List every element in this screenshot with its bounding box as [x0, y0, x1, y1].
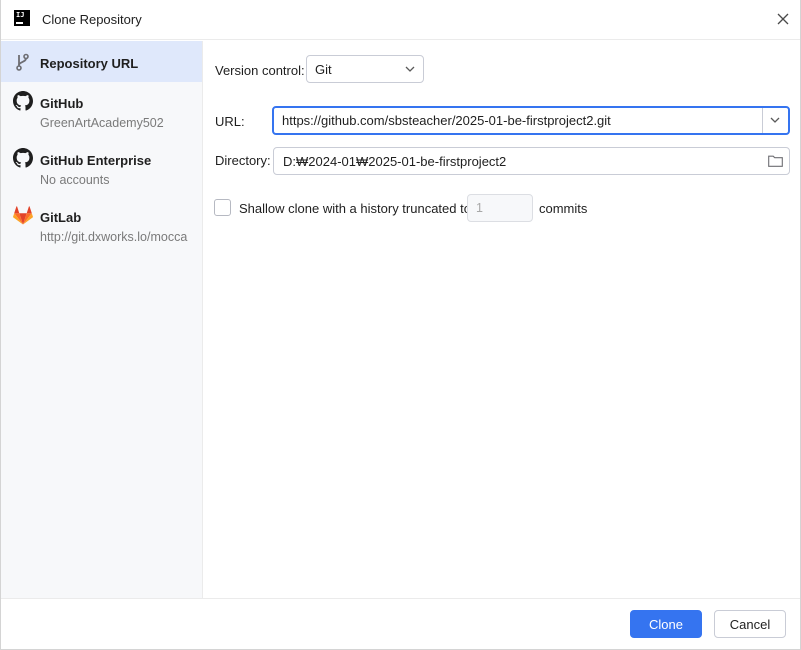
sidebar-item-sublabel: GreenArtAcademy502: [40, 116, 164, 130]
depth-field: [467, 194, 533, 222]
url-input[interactable]: [274, 108, 762, 133]
version-control-label: Version control:: [215, 63, 305, 78]
shallow-clone-checkbox[interactable]: [214, 199, 231, 216]
sidebar-item-github[interactable]: GitHub GreenArtAcademy502: [1, 82, 202, 139]
browse-folder-button[interactable]: [767, 154, 783, 168]
github-icon: [13, 148, 33, 168]
version-control-value: Git: [315, 62, 332, 77]
github-icon: [13, 91, 33, 111]
sidebar-item-label: Repository URL: [40, 56, 139, 71]
sidebar-item-sublabel: http://git.dxworks.lo/mocca: [40, 230, 188, 244]
sidebar-item-github-enterprise[interactable]: GitHub Enterprise No accounts: [1, 139, 202, 196]
clone-button[interactable]: Clone: [630, 610, 702, 638]
commits-label: commits: [539, 201, 588, 216]
sidebar-item-label: GitHub: [40, 96, 84, 111]
cancel-button[interactable]: Cancel: [714, 610, 786, 638]
version-control-dropdown[interactable]: Git: [306, 55, 424, 83]
dialog-footer: Clone Cancel: [1, 598, 800, 649]
chevron-down-icon: [770, 117, 780, 123]
directory-field: [273, 147, 790, 175]
directory-label: Directory:: [215, 153, 271, 168]
clone-form: Version control: Git URL: Directory:: [203, 41, 800, 598]
dialog-title: Clone Repository: [42, 12, 142, 27]
intellij-logo-icon: IJ: [14, 10, 30, 26]
url-label: URL:: [215, 114, 245, 129]
gitlab-icon: [13, 205, 33, 225]
folder-icon: [767, 155, 783, 167]
source-sidebar: Repository URL GitHub GreenArtAcademy502…: [1, 41, 203, 598]
sidebar-item-sublabel: No accounts: [40, 173, 110, 187]
sidebar-item-label: GitLab: [40, 210, 82, 225]
url-combo: [272, 106, 790, 135]
directory-input[interactable]: [274, 148, 754, 174]
sidebar-item-repository-url[interactable]: Repository URL: [1, 41, 202, 82]
url-history-dropdown[interactable]: [768, 113, 782, 127]
sidebar-item-label: GitHub Enterprise: [40, 153, 152, 168]
title-bar: IJ Clone Repository: [1, 0, 800, 40]
close-icon: [777, 13, 789, 25]
git-branch-icon: [13, 52, 33, 72]
depth-input[interactable]: [468, 195, 532, 221]
close-button[interactable]: [774, 10, 792, 28]
app-logo-text: IJ: [16, 11, 25, 19]
sidebar-item-gitlab[interactable]: GitLab http://git.dxworks.lo/mocca: [1, 196, 202, 253]
shallow-clone-label: Shallow clone with a history truncated t…: [239, 201, 471, 216]
clone-repository-dialog: IJ Clone Repository Repository URL GitHu…: [0, 0, 801, 650]
chevron-down-icon: [403, 62, 417, 76]
